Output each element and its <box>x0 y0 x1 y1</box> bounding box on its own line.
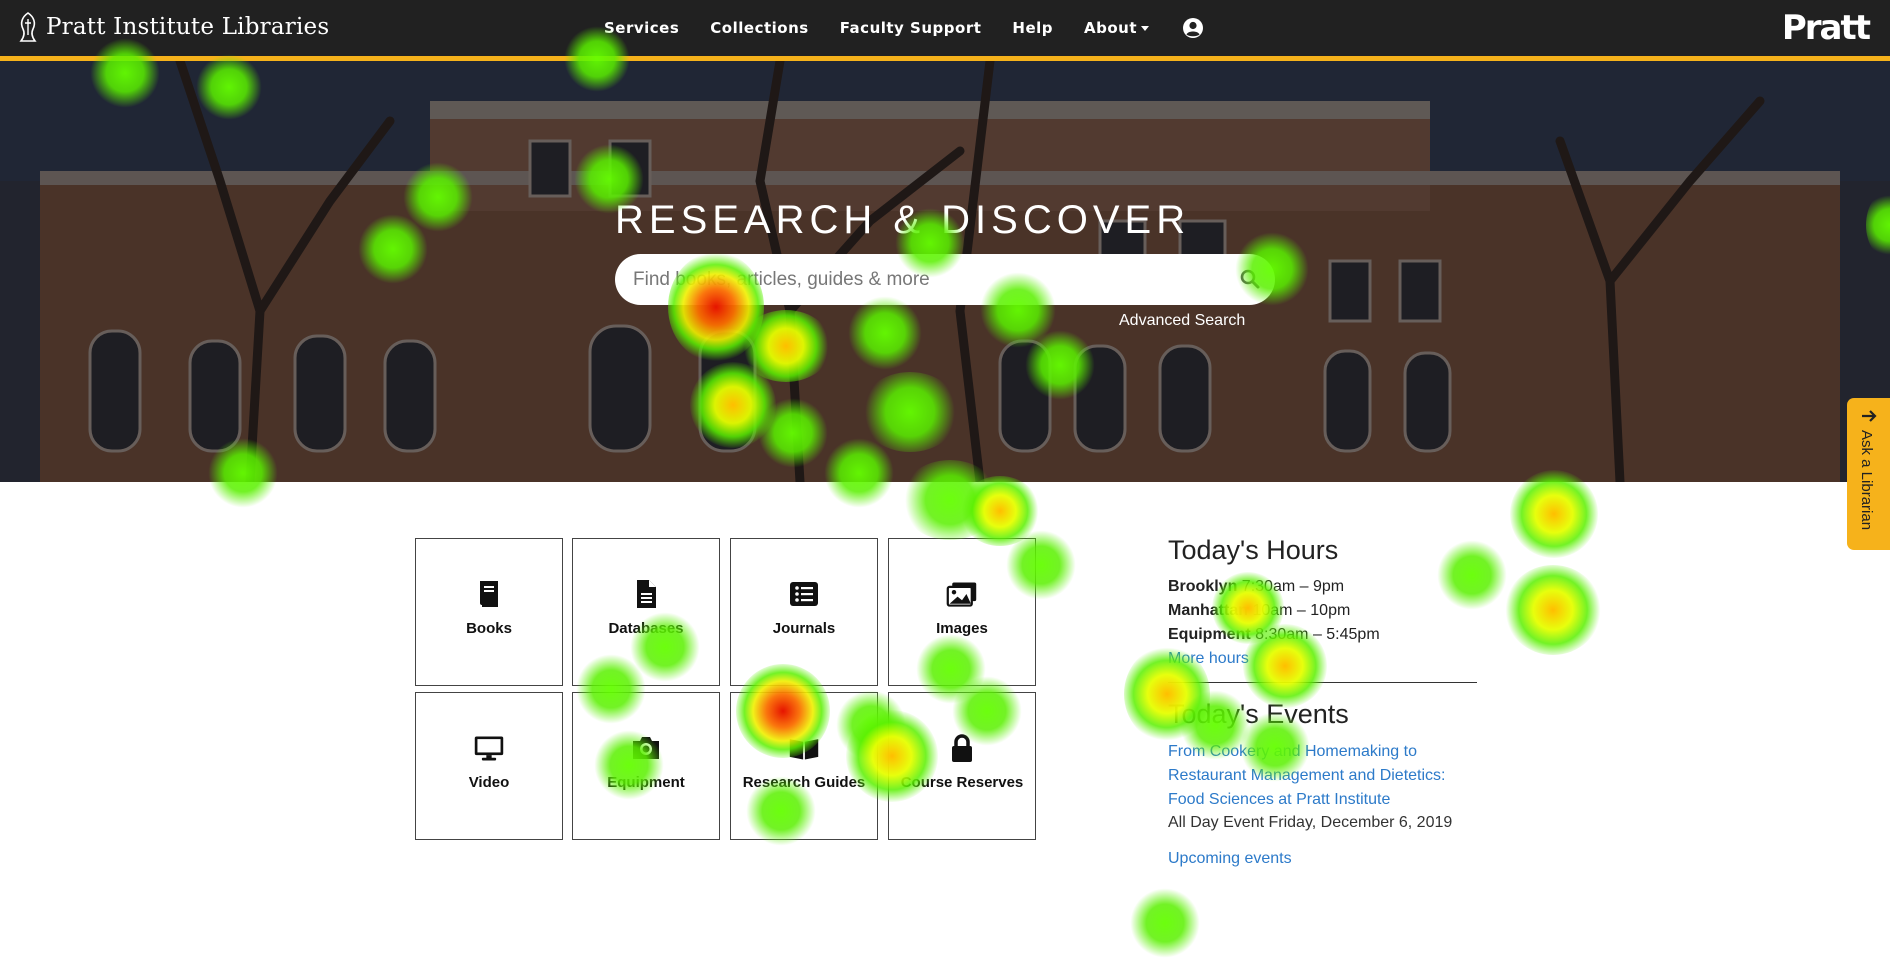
advanced-search-link[interactable]: Advanced Search <box>1119 312 1245 330</box>
document-icon <box>637 580 656 608</box>
open-book-icon <box>789 739 819 760</box>
hours-location: Manhattan <box>1168 602 1248 619</box>
search-icon[interactable] <box>1239 268 1261 290</box>
hours-value: 7:30am – 9pm <box>1241 578 1345 595</box>
hours-title: Today's Hours <box>1168 535 1339 565</box>
main-nav: Services Collections Faculty Support Hel… <box>604 0 1204 56</box>
tile-label: Books <box>466 620 512 637</box>
tile-course-reserves[interactable]: Course Reserves <box>888 692 1036 840</box>
nav-help[interactable]: Help <box>1012 19 1053 37</box>
camera-icon <box>633 737 659 759</box>
hours-row: Manhattan 10am – 10pm <box>1168 602 1477 620</box>
heatmap-spot <box>1130 888 1200 958</box>
logo-text: Pratt Institute Libraries <box>46 14 330 40</box>
tile-books[interactable]: Books <box>415 538 563 686</box>
tile-label: Equipment <box>607 774 685 791</box>
hours-row: Equipment 8:30am – 5:45pm <box>1168 626 1477 644</box>
tile-equipment[interactable]: Equipment <box>572 692 720 840</box>
arrow-right-icon <box>1862 410 1877 422</box>
nav-collections[interactable]: Collections <box>710 19 808 37</box>
hero-title: RESEARCH & DISCOVER <box>615 198 1191 242</box>
heatmap-spot <box>1505 565 1601 655</box>
upcoming-events-link[interactable]: Upcoming events <box>1168 850 1477 868</box>
tile-label: Databases <box>608 620 684 637</box>
heatmap-spot <box>1510 470 1598 558</box>
top-navbar: Pratt Institute Libraries Services Colle… <box>0 0 1890 61</box>
resource-tiles: Books Databases Journals Images Video Eq… <box>415 538 1037 840</box>
tile-video[interactable]: Video <box>415 692 563 840</box>
section-divider <box>1168 682 1477 683</box>
monitor-icon <box>474 736 504 761</box>
lock-icon <box>952 734 972 762</box>
tile-journals[interactable]: Journals <box>730 538 878 686</box>
event-link[interactable]: From Cookery and Homemaking to Restauran… <box>1168 740 1477 812</box>
event-date: All Day Event Friday, December 6, 2019 <box>1168 814 1453 831</box>
pratt-seal-icon <box>19 12 37 42</box>
hours-value: 10am – 10pm <box>1252 602 1351 619</box>
tile-label: Course Reserves <box>900 774 1024 791</box>
tile-label: Video <box>468 774 510 791</box>
tile-images[interactable]: Images <box>888 538 1036 686</box>
images-icon <box>946 582 977 607</box>
libraries-logo[interactable]: Pratt Institute Libraries <box>16 10 329 44</box>
heatmap-spot <box>960 476 1040 546</box>
events-title: Today's Events <box>1168 699 1349 729</box>
more-hours-link[interactable]: More hours <box>1168 650 1477 668</box>
tile-label: Images <box>936 620 988 637</box>
hours-row: Brooklyn 7:30am – 9pm <box>1168 578 1477 596</box>
nav-services[interactable]: Services <box>604 19 679 37</box>
list-icon <box>790 582 818 606</box>
ask-librarian-label: Ask a Librarian <box>1858 430 1875 531</box>
nav-about[interactable]: About <box>1084 19 1150 37</box>
user-account-icon[interactable] <box>1182 17 1204 39</box>
nav-about-label: About <box>1084 19 1138 37</box>
hero-banner: RESEARCH & DISCOVER Advanced Search <box>0 61 1890 482</box>
pratt-brand-logo[interactable]: Pratt <box>1782 8 1871 48</box>
tile-label: Research Guides <box>742 774 866 791</box>
hours-location: Equipment <box>1168 626 1251 643</box>
nav-faculty-support[interactable]: Faculty Support <box>840 19 982 37</box>
search-input[interactable] <box>631 267 1215 292</box>
hours-value: 8:30am – 5:45pm <box>1255 626 1380 643</box>
tile-research-guides[interactable]: Research Guides <box>730 692 878 840</box>
search-bar <box>615 254 1275 305</box>
ask-librarian-tab[interactable]: Ask a Librarian <box>1847 398 1890 550</box>
hours-events-panel: Today's Hours Brooklyn 7:30am – 9pm Manh… <box>1168 535 1477 868</box>
book-icon <box>480 581 498 607</box>
hours-location: Brooklyn <box>1168 578 1238 595</box>
tile-label: Journals <box>772 620 836 637</box>
tile-databases[interactable]: Databases <box>572 538 720 686</box>
chevron-down-icon <box>1141 25 1150 31</box>
